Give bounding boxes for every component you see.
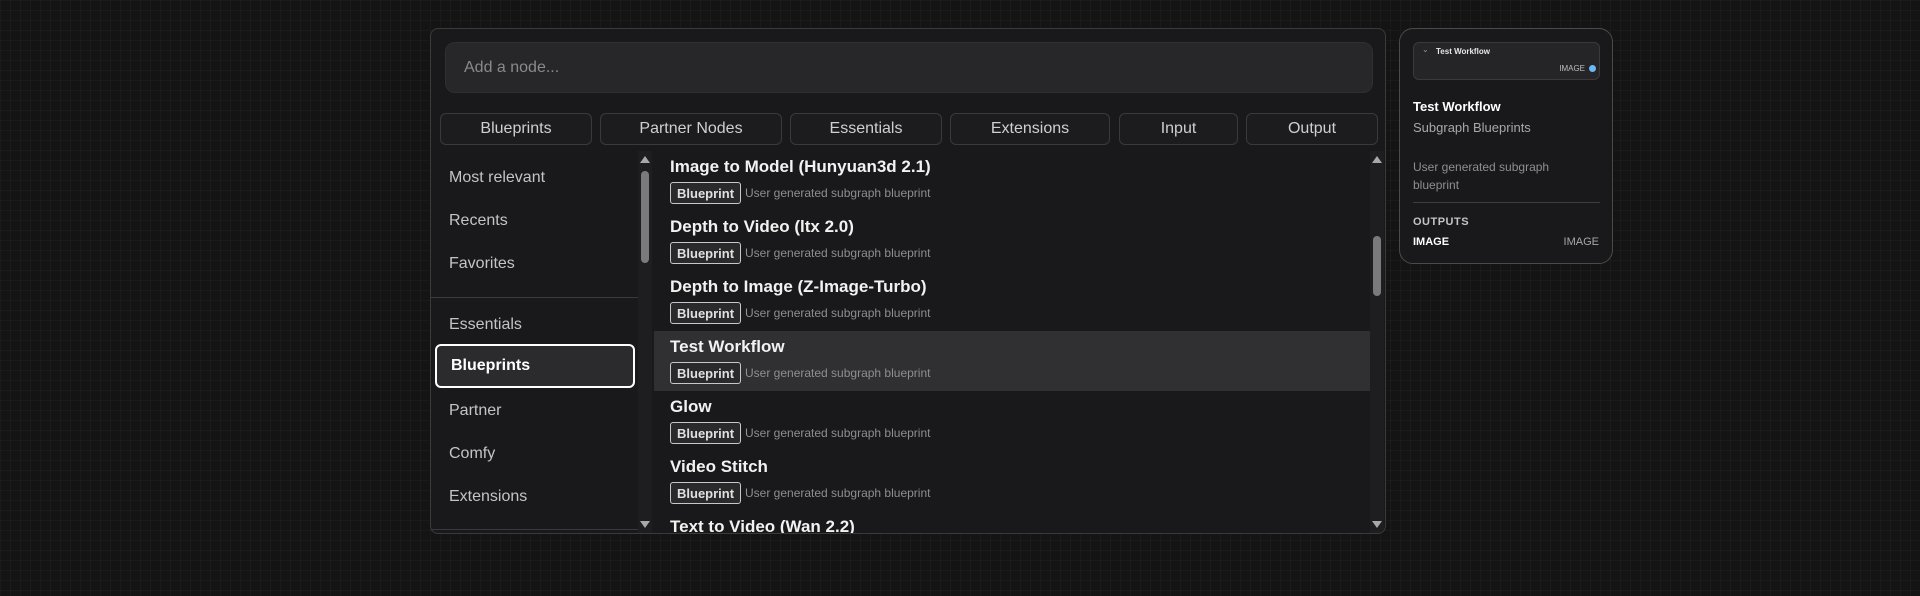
result-title: Image to Model (Hunyuan3d 2.1)	[670, 157, 931, 176]
sidebar-scrollbar[interactable]	[638, 151, 652, 533]
search-box[interactable]	[445, 42, 1373, 93]
sidebar-item-favorites[interactable]: Favorites	[435, 242, 635, 286]
scroll-up-arrow-icon[interactable]	[640, 156, 650, 163]
node-search-dialog: Blueprints Partner Nodes Essentials Exte…	[430, 28, 1386, 534]
filter-chip-partner-nodes[interactable]: Partner Nodes	[600, 113, 782, 145]
filter-chip-output[interactable]: Output	[1246, 113, 1378, 145]
results-scrollbar[interactable]	[1370, 151, 1384, 533]
filter-chip-extensions[interactable]: Extensions	[950, 113, 1110, 145]
scroll-down-arrow-icon[interactable]	[1372, 521, 1382, 528]
scroll-up-arrow-icon[interactable]	[1372, 156, 1382, 163]
scroll-down-arrow-icon[interactable]	[640, 521, 650, 528]
outputs-heading: OUTPUTS	[1413, 216, 1470, 228]
filter-chip-input[interactable]: Input	[1119, 113, 1238, 145]
result-description: User generated subgraph blueprint	[745, 426, 931, 440]
sidebar-item-extensions[interactable]: Extensions	[435, 475, 635, 519]
result-title: Text to Video (Wan 2.2)	[670, 517, 855, 534]
category-sidebar: Most relevant Recents Favorites Essentia…	[431, 151, 638, 533]
blueprint-badge: Blueprint	[670, 242, 742, 264]
search-input[interactable]	[464, 58, 1372, 77]
result-item[interactable]: Depth to Image (Z-Image-Turbo) Blueprint…	[654, 271, 1370, 331]
filter-chip-essentials[interactable]: Essentials	[790, 113, 942, 145]
sidebar-item-most-relevant[interactable]: Most relevant	[435, 156, 635, 200]
sidebar-item-recents[interactable]: Recents	[435, 199, 635, 243]
filter-chip-blueprints[interactable]: Blueprints	[440, 113, 592, 145]
output-name: IMAGE	[1413, 236, 1450, 248]
preview-node-output-label: IMAGE	[1559, 64, 1585, 73]
result-title: Depth to Image (Z-Image-Turbo)	[670, 277, 927, 296]
result-description: User generated subgraph blueprint	[745, 306, 931, 320]
result-item[interactable]: Image to Model (Hunyuan3d 2.1) Blueprint…	[654, 151, 1370, 211]
blueprint-badge: Blueprint	[670, 182, 742, 204]
output-type: IMAGE	[1563, 236, 1599, 248]
node-preview-panel: ⌄ Test Workflow IMAGE Test Workflow Subg…	[1399, 28, 1613, 264]
result-description: User generated subgraph blueprint	[745, 246, 931, 260]
blueprint-badge: Blueprint	[670, 422, 742, 444]
result-title: Video Stitch	[670, 457, 768, 476]
results-scroll-thumb[interactable]	[1373, 236, 1381, 296]
result-description: User generated subgraph blueprint	[745, 486, 931, 500]
sidebar-item-partner[interactable]: Partner	[435, 389, 635, 433]
result-title: Test Workflow	[670, 337, 785, 356]
blueprint-badge: Blueprint	[670, 362, 742, 384]
preview-node-graphic: ⌄ Test Workflow IMAGE	[1413, 42, 1600, 80]
result-title: Depth to Video (ltx 2.0)	[670, 217, 854, 236]
results-list: Image to Model (Hunyuan3d 2.1) Blueprint…	[654, 151, 1370, 534]
output-port-dot-icon	[1589, 65, 1596, 72]
result-description: User generated subgraph blueprint	[745, 366, 931, 380]
sidebar-divider-bottom	[431, 529, 638, 530]
sidebar-scroll-thumb[interactable]	[641, 171, 649, 263]
result-item[interactable]: Text to Video (Wan 2.2)	[654, 511, 1370, 534]
sidebar-divider	[431, 297, 638, 298]
preview-description: User generated subgraph blueprint	[1413, 160, 1550, 192]
result-item[interactable]: Depth to Video (ltx 2.0) Blueprint User …	[654, 211, 1370, 271]
result-title: Glow	[670, 397, 712, 416]
blueprint-badge: Blueprint	[670, 482, 742, 504]
sidebar-item-essentials[interactable]: Essentials	[435, 303, 635, 347]
preview-divider	[1413, 202, 1600, 203]
result-description: User generated subgraph blueprint	[745, 186, 931, 200]
result-item[interactable]: Glow Blueprint User generated subgraph b…	[654, 391, 1370, 451]
preview-title: Test Workflow	[1413, 99, 1501, 114]
result-item[interactable]: Video Stitch Blueprint User generated su…	[654, 451, 1370, 511]
sidebar-item-blueprints[interactable]: Blueprints	[435, 344, 635, 388]
result-item-selected[interactable]: Test Workflow Blueprint User generated s…	[654, 331, 1370, 391]
preview-category: Subgraph Blueprints	[1413, 120, 1531, 135]
preview-node-title: Test Workflow	[1436, 47, 1490, 56]
blueprint-badge: Blueprint	[670, 302, 742, 324]
sidebar-item-comfy[interactable]: Comfy	[435, 432, 635, 476]
chevron-down-icon: ⌄	[1422, 45, 1429, 54]
